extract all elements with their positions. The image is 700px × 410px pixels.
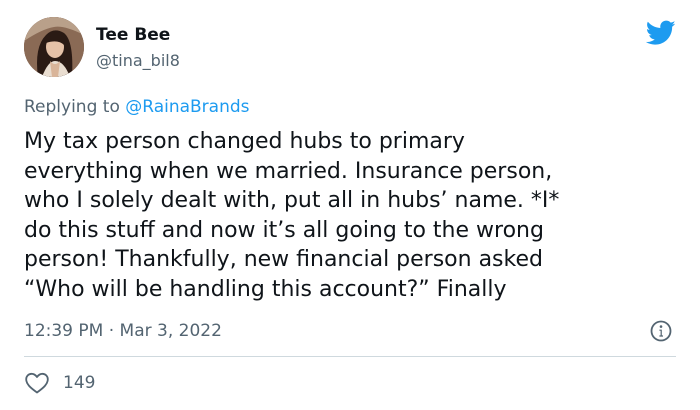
author-handle[interactable]: @tina_bil8 bbox=[96, 51, 180, 71]
meta-separator: · bbox=[103, 321, 120, 341]
tweet-card: Tee Bee @tina_bil8 Replying to @RainaBra… bbox=[0, 0, 700, 410]
info-icon[interactable] bbox=[649, 319, 673, 343]
avatar-image bbox=[24, 17, 84, 77]
avatar[interactable] bbox=[24, 17, 84, 77]
twitter-bird-icon[interactable] bbox=[645, 20, 676, 46]
tweet-text-line: who I solely dealt with, put all in hubs… bbox=[24, 188, 560, 214]
divider bbox=[24, 356, 676, 357]
tweet-text-line: “Who will be handling this account?” Fin… bbox=[24, 276, 507, 302]
reply-mention-link[interactable]: @RainaBrands bbox=[125, 97, 249, 117]
reply-prefix: Replying to bbox=[24, 97, 126, 117]
tweet-date: Mar 3, 2022 bbox=[119, 321, 222, 341]
tweet-text-line: person! Thankfully, new financial person… bbox=[24, 247, 543, 273]
like-count: 149 bbox=[63, 373, 96, 393]
tweet-time: 12:39 PM bbox=[24, 321, 104, 341]
heart-icon bbox=[25, 372, 49, 394]
tweet-timestamp[interactable]: 12:39 PM · Mar 3, 2022 bbox=[24, 320, 222, 342]
tweet-text-line: My tax person changed hubs to primary bbox=[24, 129, 465, 154]
author-name[interactable]: Tee Bee bbox=[96, 25, 170, 45]
tweet-text-line: everything when we married. Insurance pe… bbox=[24, 158, 553, 184]
like-button[interactable]: 149 bbox=[24, 370, 95, 396]
reply-context: Replying to @RainaBrands bbox=[24, 96, 250, 118]
tweet-text-line: do this stuff and now it’s all going to … bbox=[24, 217, 544, 243]
tweet-text: My tax person changed hubs to primary ev… bbox=[24, 127, 684, 305]
